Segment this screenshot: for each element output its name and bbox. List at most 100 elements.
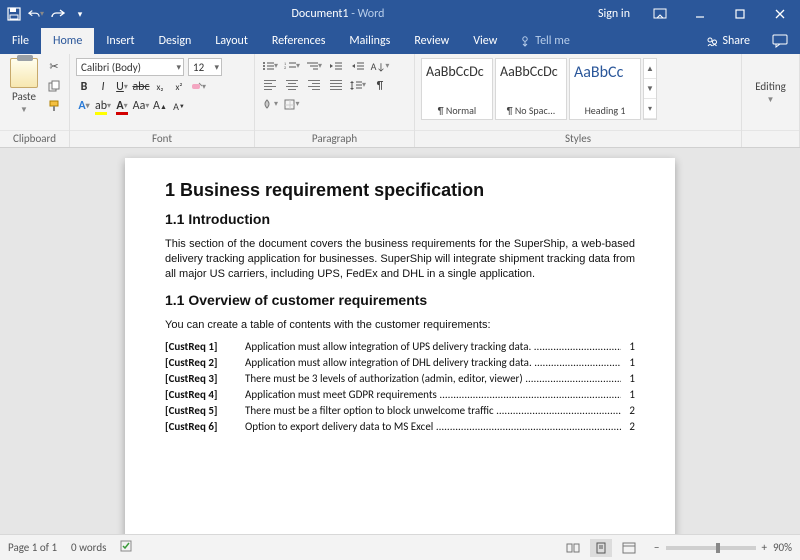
- group-label: Font: [70, 130, 254, 147]
- align-left-icon[interactable]: [261, 77, 279, 93]
- group-label: [742, 130, 799, 147]
- line-spacing-icon[interactable]: [349, 77, 367, 93]
- clear-formatting-icon[interactable]: [190, 79, 206, 95]
- zoom-slider[interactable]: [666, 546, 756, 550]
- heading-1: 1 Business requirement specification: [165, 180, 635, 201]
- title-bar: ▾ Document1 - Word Sign in: [0, 0, 800, 28]
- copy-icon[interactable]: [46, 78, 62, 94]
- style-no-spacing[interactable]: AaBbCcDc¶ No Spac...: [495, 58, 567, 120]
- strike-button[interactable]: abc: [133, 79, 149, 95]
- close-icon[interactable]: [760, 0, 800, 28]
- multilevel-icon[interactable]: [305, 58, 323, 74]
- text-effects-icon[interactable]: A: [76, 98, 92, 114]
- word-count[interactable]: 0 words: [71, 541, 106, 554]
- group-styles: AaBbCcDc¶ Normal AaBbCcDc¶ No Spac... Aa…: [415, 54, 742, 147]
- share-button[interactable]: Share: [696, 28, 760, 54]
- zoom-out-button[interactable]: −: [654, 541, 659, 554]
- tab-insert[interactable]: Insert: [94, 28, 146, 54]
- document-canvas[interactable]: 1 Business requirement specification 1.1…: [0, 148, 800, 534]
- style-normal[interactable]: AaBbCcDc¶ Normal: [421, 58, 493, 120]
- redo-icon[interactable]: [50, 6, 66, 22]
- web-layout-icon[interactable]: [618, 539, 640, 557]
- heading-2: 1.1 Overview of customer requirements: [165, 292, 635, 308]
- borders-icon[interactable]: [283, 96, 301, 112]
- shading-icon[interactable]: [261, 96, 279, 112]
- toc-row: [CustReq 5]There must be a filter option…: [165, 404, 635, 417]
- paste-button[interactable]: Paste ▼: [6, 58, 42, 126]
- heading-2: 1.1 Introduction: [165, 211, 635, 227]
- toc-row: [CustReq 1]Application must allow integr…: [165, 340, 635, 353]
- paragraph: This section of the document covers the …: [165, 237, 635, 282]
- window-title: Document1 - Word: [88, 7, 588, 21]
- toc-row: [CustReq 3]There must be 3 levels of aut…: [165, 372, 635, 385]
- bullets-icon[interactable]: [261, 58, 279, 74]
- show-marks-icon[interactable]: ¶: [371, 77, 389, 93]
- style-heading1[interactable]: AaBbCcHeading 1: [569, 58, 641, 120]
- zoom-level[interactable]: 90%: [773, 541, 792, 554]
- italic-button[interactable]: I: [95, 79, 111, 95]
- toc-row: [CustReq 4]Application must meet GDPR re…: [165, 388, 635, 401]
- status-bar: Page 1 of 1 0 words − + 90%: [0, 534, 800, 560]
- paste-icon: [10, 58, 38, 88]
- font-color-icon[interactable]: A: [114, 98, 130, 114]
- shrink-font-icon[interactable]: A▼: [171, 98, 187, 114]
- qat-customize-icon[interactable]: ▾: [72, 6, 88, 22]
- page-indicator[interactable]: Page 1 of 1: [8, 541, 57, 554]
- requirements-toc: [CustReq 1]Application must allow integr…: [165, 340, 635, 433]
- subscript-button[interactable]: x₂: [152, 79, 168, 95]
- numbering-icon[interactable]: 12: [283, 58, 301, 74]
- tab-view[interactable]: View: [461, 28, 509, 54]
- maximize-icon[interactable]: [720, 0, 760, 28]
- tab-home[interactable]: Home: [41, 28, 94, 54]
- tab-design[interactable]: Design: [147, 28, 204, 54]
- bold-button[interactable]: B: [76, 79, 92, 95]
- group-label: Clipboard: [0, 130, 69, 147]
- spellcheck-icon[interactable]: [120, 539, 136, 556]
- page[interactable]: 1 Business requirement specification 1.1…: [125, 158, 675, 534]
- toc-row: [CustReq 6]Option to export delivery dat…: [165, 420, 635, 433]
- change-case-icon[interactable]: Aa: [133, 98, 149, 114]
- save-icon[interactable]: [6, 6, 22, 22]
- cut-icon[interactable]: ✂: [46, 58, 62, 74]
- group-label: Paragraph: [255, 130, 414, 147]
- editing-button[interactable]: Editing: [755, 80, 786, 93]
- superscript-button[interactable]: x²: [171, 79, 187, 95]
- minimize-icon[interactable]: [680, 0, 720, 28]
- tab-review[interactable]: Review: [402, 28, 461, 54]
- font-size-combo[interactable]: 12: [188, 58, 222, 76]
- decrease-indent-icon[interactable]: [327, 58, 345, 74]
- ribbon: Paste ▼ ✂ Clipboard Calibri (Body) 12 B …: [0, 54, 800, 148]
- tab-layout[interactable]: Layout: [203, 28, 260, 54]
- align-right-icon[interactable]: [305, 77, 323, 93]
- toc-row: [CustReq 2]Application must allow integr…: [165, 356, 635, 369]
- svg-text:2: 2: [284, 66, 286, 71]
- font-name-combo[interactable]: Calibri (Body): [76, 58, 184, 76]
- group-font: Calibri (Body) 12 B I U abc x₂ x² A ab A…: [70, 54, 255, 147]
- align-center-icon[interactable]: [283, 77, 301, 93]
- sort-icon[interactable]: A↓: [371, 58, 389, 74]
- ribbon-tabs: File Home Insert Design Layout Reference…: [0, 28, 800, 54]
- zoom-in-button[interactable]: +: [762, 541, 767, 554]
- grow-font-icon[interactable]: A▲: [152, 98, 168, 114]
- underline-button[interactable]: U: [114, 79, 130, 95]
- tab-references[interactable]: References: [260, 28, 338, 54]
- tab-mailings[interactable]: Mailings: [337, 28, 402, 54]
- comments-icon[interactable]: [760, 28, 800, 54]
- format-painter-icon[interactable]: [46, 98, 62, 114]
- group-editing: Editing ▼: [742, 54, 800, 147]
- group-clipboard: Paste ▼ ✂ Clipboard: [0, 54, 70, 147]
- highlight-icon[interactable]: ab: [95, 98, 111, 114]
- undo-icon[interactable]: [28, 6, 44, 22]
- group-label: Styles: [415, 130, 741, 147]
- paragraph: You can create a table of contents with …: [165, 318, 635, 333]
- print-layout-icon[interactable]: [590, 539, 612, 557]
- tell-me[interactable]: Tell me: [509, 28, 580, 54]
- tab-file[interactable]: File: [0, 28, 41, 54]
- styles-scroller[interactable]: ▲▼▾: [643, 58, 657, 120]
- sign-in-button[interactable]: Sign in: [588, 0, 640, 28]
- read-mode-icon[interactable]: [562, 539, 584, 557]
- group-paragraph: 12 A↓ ¶ Paragraph: [255, 54, 415, 147]
- display-options-icon[interactable]: [640, 0, 680, 28]
- justify-icon[interactable]: [327, 77, 345, 93]
- increase-indent-icon[interactable]: [349, 58, 367, 74]
